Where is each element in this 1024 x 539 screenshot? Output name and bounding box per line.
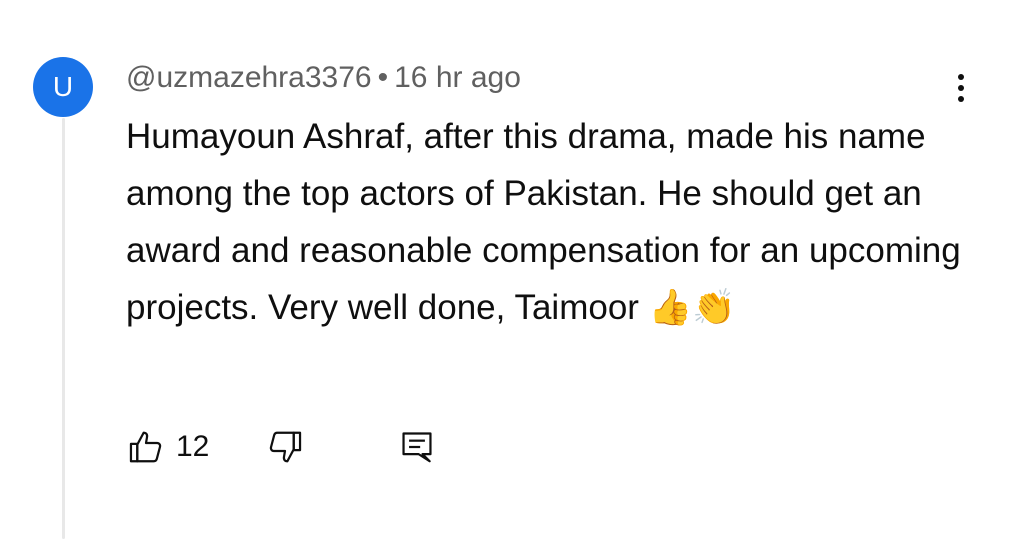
comment-header: @uzmazehra3376 • 16 hr ago — [126, 61, 521, 95]
author-name[interactable]: @uzmazehra3376 — [126, 61, 372, 94]
comment-actions: 12 — [126, 425, 437, 469]
comment-time: 16 hr ago — [394, 61, 521, 94]
more-vert-icon[interactable] — [943, 68, 979, 108]
reply-comment-icon — [402, 432, 432, 463]
like-count: 12 — [176, 430, 210, 463]
comment-text: Humayoun Ashraf, after this drama, made … — [126, 117, 961, 327]
avatar[interactable]: U — [33, 57, 93, 117]
comment-card: U @uzmazehra3376 • 16 hr ago Humayoun Ashr… — [0, 0, 1024, 539]
thumb-down-icon — [270, 431, 302, 463]
thumb-up-icon — [129, 431, 162, 463]
like-button[interactable] — [126, 427, 166, 467]
reply-button[interactable] — [397, 427, 437, 467]
meta-separator: • — [377, 61, 389, 94]
thread-line — [62, 118, 65, 539]
dislike-button[interactable] — [265, 427, 305, 467]
avatar-letter: U — [52, 71, 74, 102]
